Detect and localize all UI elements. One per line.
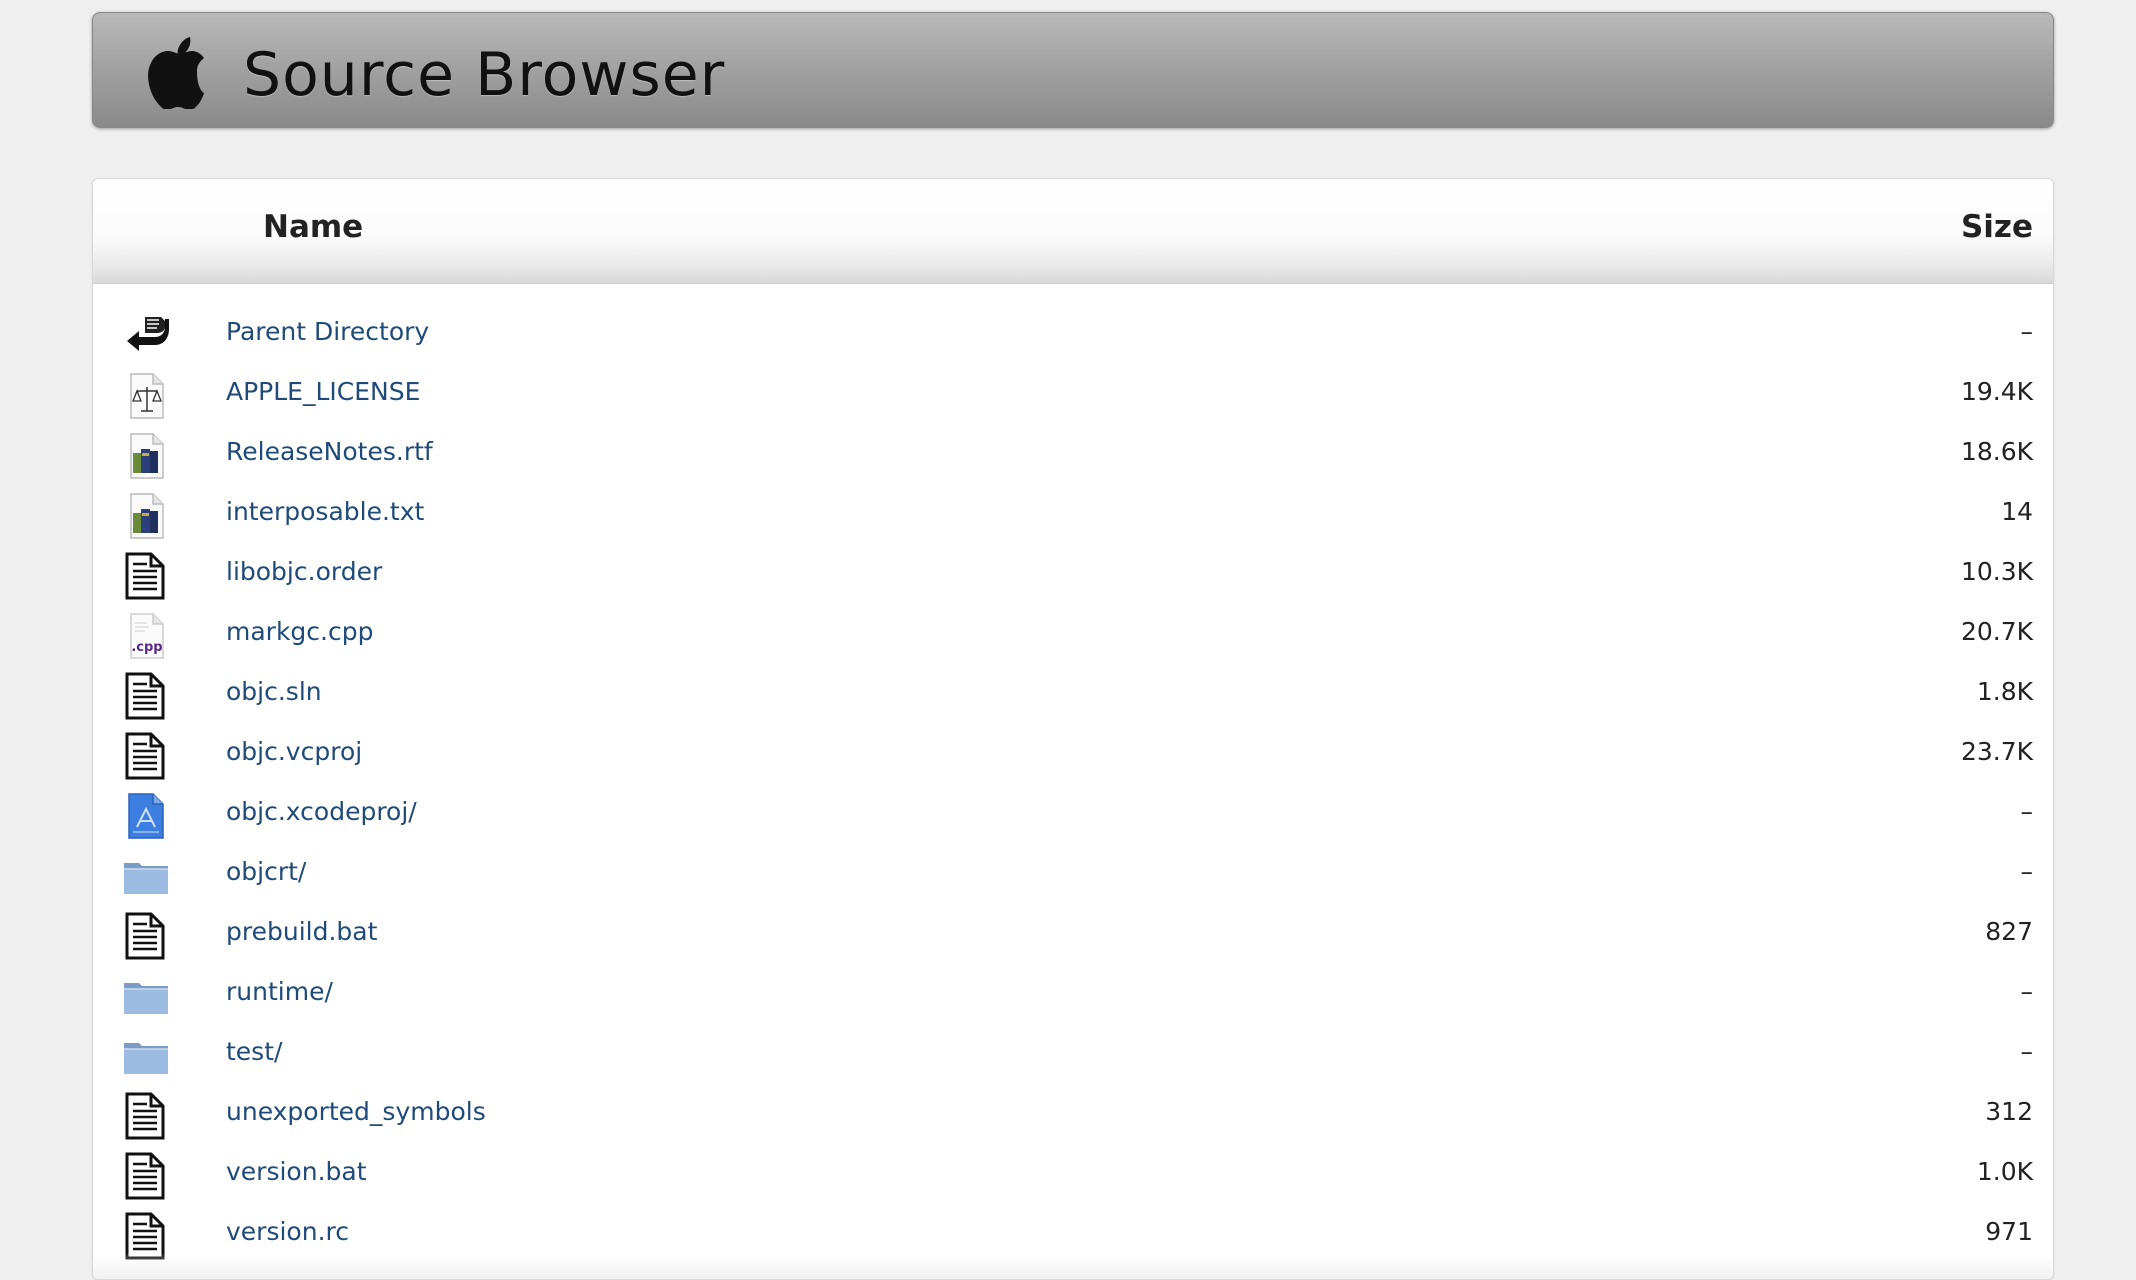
file-link[interactable]: objc.vcproj: [226, 737, 362, 766]
license-icon[interactable]: [121, 371, 171, 421]
file-link[interactable]: prebuild.bat: [226, 917, 377, 946]
parent-directory-icon[interactable]: [121, 311, 171, 361]
bottom-fade: [93, 1253, 2053, 1279]
table-row: objc.sln 1.8K: [93, 665, 2053, 725]
file-link[interactable]: APPLE_LICENSE: [226, 377, 420, 406]
page-header: Source Browser: [92, 12, 2054, 128]
file-link[interactable]: objc.xcodeproj/: [226, 797, 417, 826]
table-row: .cpp markgc.cpp 20.7K: [93, 605, 2053, 665]
text-file-icon[interactable]: [121, 911, 171, 961]
file-link[interactable]: interposable.txt: [226, 497, 424, 526]
file-size: 1.0K: [1976, 1157, 2033, 1186]
table-row: prebuild.bat 827: [93, 905, 2053, 965]
file-size: 23.7K: [1960, 737, 2033, 766]
apple-logo-icon: [148, 37, 204, 109]
table-row: objc.vcproj 23.7K: [93, 725, 2053, 785]
books-icon[interactable]: [121, 491, 171, 541]
table-row: APPLE_LICENSE 19.4K: [93, 365, 2053, 425]
xcodeproj-icon[interactable]: [121, 791, 171, 841]
file-size: –: [2020, 857, 2034, 886]
file-link[interactable]: markgc.cpp: [226, 617, 373, 646]
text-file-icon[interactable]: [121, 671, 171, 721]
table-row: objcrt/ –: [93, 845, 2053, 905]
column-header-name[interactable]: Name: [263, 209, 363, 245]
file-link[interactable]: objc.sln: [226, 677, 322, 706]
file-size: –: [2020, 797, 2034, 826]
table-row: unexported_symbols 312: [93, 1085, 2053, 1145]
table-row: ReleaseNotes.rtf 18.6K: [93, 425, 2053, 485]
folder-icon[interactable]: [121, 851, 171, 901]
file-link[interactable]: unexported_symbols: [226, 1097, 486, 1126]
file-size: 971: [1985, 1217, 2033, 1246]
file-size: –: [2020, 977, 2034, 1006]
file-size: 19.4K: [1960, 377, 2033, 406]
svg-text:.cpp: .cpp: [131, 640, 162, 655]
file-link[interactable]: ReleaseNotes.rtf: [226, 437, 433, 466]
books-icon[interactable]: [121, 431, 171, 481]
file-link[interactable]: libobjc.order: [226, 557, 382, 586]
table-row: libobjc.order 10.3K: [93, 545, 2053, 605]
file-size: –: [2020, 1037, 2034, 1066]
text-file-icon[interactable]: [121, 1151, 171, 1201]
text-file-icon[interactable]: [121, 731, 171, 781]
table-row: objc.xcodeproj/ –: [93, 785, 2053, 845]
file-link[interactable]: test/: [226, 1037, 282, 1066]
cpp-file-icon[interactable]: .cpp: [121, 611, 171, 661]
file-size: –: [2020, 317, 2034, 346]
file-size: 10.3K: [1960, 557, 2033, 586]
table-row: test/ –: [93, 1025, 2053, 1085]
table-row: runtime/ –: [93, 965, 2053, 1025]
file-link[interactable]: objcrt/: [226, 857, 306, 886]
file-link[interactable]: runtime/: [226, 977, 333, 1006]
file-size: 20.7K: [1960, 617, 2033, 646]
file-size: 1.8K: [1976, 677, 2033, 706]
column-header-size[interactable]: Size: [1961, 209, 2033, 245]
page-title: Source Browser: [243, 40, 726, 110]
file-size: 14: [2001, 497, 2033, 526]
text-file-icon[interactable]: [121, 551, 171, 601]
file-link[interactable]: Parent Directory: [226, 317, 429, 346]
column-header-bar: Name Size: [93, 179, 2053, 284]
file-link[interactable]: version.rc: [226, 1217, 349, 1246]
file-size: 827: [1985, 917, 2033, 946]
table-row: interposable.txt 14: [93, 485, 2053, 545]
table-row: version.bat 1.0K: [93, 1145, 2053, 1205]
folder-icon[interactable]: [121, 971, 171, 1021]
folder-icon[interactable]: [121, 1031, 171, 1081]
file-listing-panel: Name Size Parent Directory – APPLE_LICEN…: [92, 178, 2054, 1280]
table-row: Parent Directory –: [93, 305, 2053, 365]
text-file-icon[interactable]: [121, 1091, 171, 1141]
file-size: 18.6K: [1960, 437, 2033, 466]
file-size: 312: [1985, 1097, 2033, 1126]
file-link[interactable]: version.bat: [226, 1157, 367, 1186]
file-list: Parent Directory – APPLE_LICENSE 19.4K R…: [93, 305, 2053, 1265]
